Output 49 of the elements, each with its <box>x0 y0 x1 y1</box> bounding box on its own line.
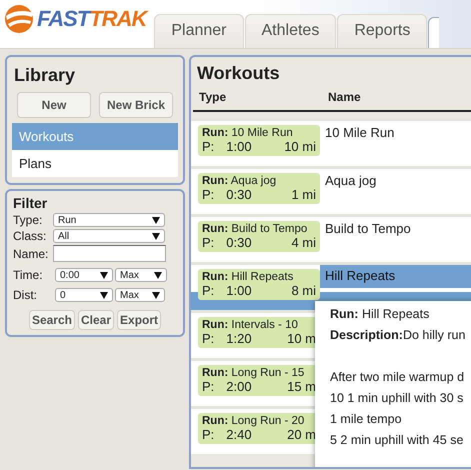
card-title: Run: Intervals - 10 <box>202 318 299 332</box>
card-label: P: <box>202 284 214 298</box>
card-time: 1:00 <box>226 284 253 298</box>
field-label: Name: <box>13 246 50 260</box>
workout-name: 10 Mile Run <box>324 125 394 142</box>
tooltip-text: After two mile warmup d <box>330 370 466 386</box>
card-time: 2:00 <box>226 380 253 394</box>
card-label: P: <box>202 332 214 346</box>
card-distance: 10 mi <box>284 140 316 154</box>
card-label: P: <box>202 140 214 154</box>
card-label: P: <box>202 428 214 442</box>
panel-title: Filter <box>13 195 48 211</box>
card-distance: 8 mi <box>291 284 316 298</box>
panel-title: Library <box>13 64 76 87</box>
column-header: Type <box>199 90 228 104</box>
field-label: Dist: <box>13 288 38 302</box>
card-time: 2:40 <box>226 428 253 442</box>
workout-name: Aqua jog <box>324 173 376 190</box>
tooltip-text: 5 2 min uphill with 45 se <box>330 433 464 449</box>
card-distance: 15 m <box>287 380 316 394</box>
column-header: Name <box>328 90 361 104</box>
card-time: 0:30 <box>226 236 253 250</box>
workout-name: Build to Tempo <box>324 221 411 238</box>
card-time: 0:30 <box>226 188 253 202</box>
tooltip-text: 10 1 min uphill with 30 s <box>330 391 464 407</box>
card-title: Run: Long Run - 20 <box>202 414 306 428</box>
workout-name: Hill Repeats <box>320 265 471 288</box>
tooltip-text: Description:Do hilly run <box>330 328 466 344</box>
card-distance: 10 m <box>287 332 316 346</box>
field-label: Class: <box>13 229 48 243</box>
card-title: Run: Long Run - 15 <box>202 366 306 380</box>
tooltip-text: Run: Hill Repeats <box>330 307 430 323</box>
card-title: Run: Hill Repeats <box>202 270 294 284</box>
card-title: Run: 10 Mile Run <box>202 126 294 140</box>
panel-title: Workouts <box>196 62 281 85</box>
card-title: Run: Build to Tempo <box>202 222 308 236</box>
card-distance: 1 mi <box>291 188 316 202</box>
card-title: Run: Aqua jog <box>202 174 278 188</box>
card-time: 1:20 <box>226 332 253 346</box>
field-label: Time: <box>13 268 44 282</box>
card-label: P: <box>202 380 214 394</box>
tooltip-text: 1 mile tempo <box>330 412 403 428</box>
card-label: P: <box>202 188 214 202</box>
field-label: Type: <box>13 213 44 227</box>
card-distance: 4 mi <box>291 236 316 250</box>
card-label: P: <box>202 236 214 250</box>
logo-text: FASTTRAK <box>37 6 146 32</box>
card-time: 1:00 <box>226 140 253 154</box>
card-distance: 20 m <box>287 428 316 442</box>
